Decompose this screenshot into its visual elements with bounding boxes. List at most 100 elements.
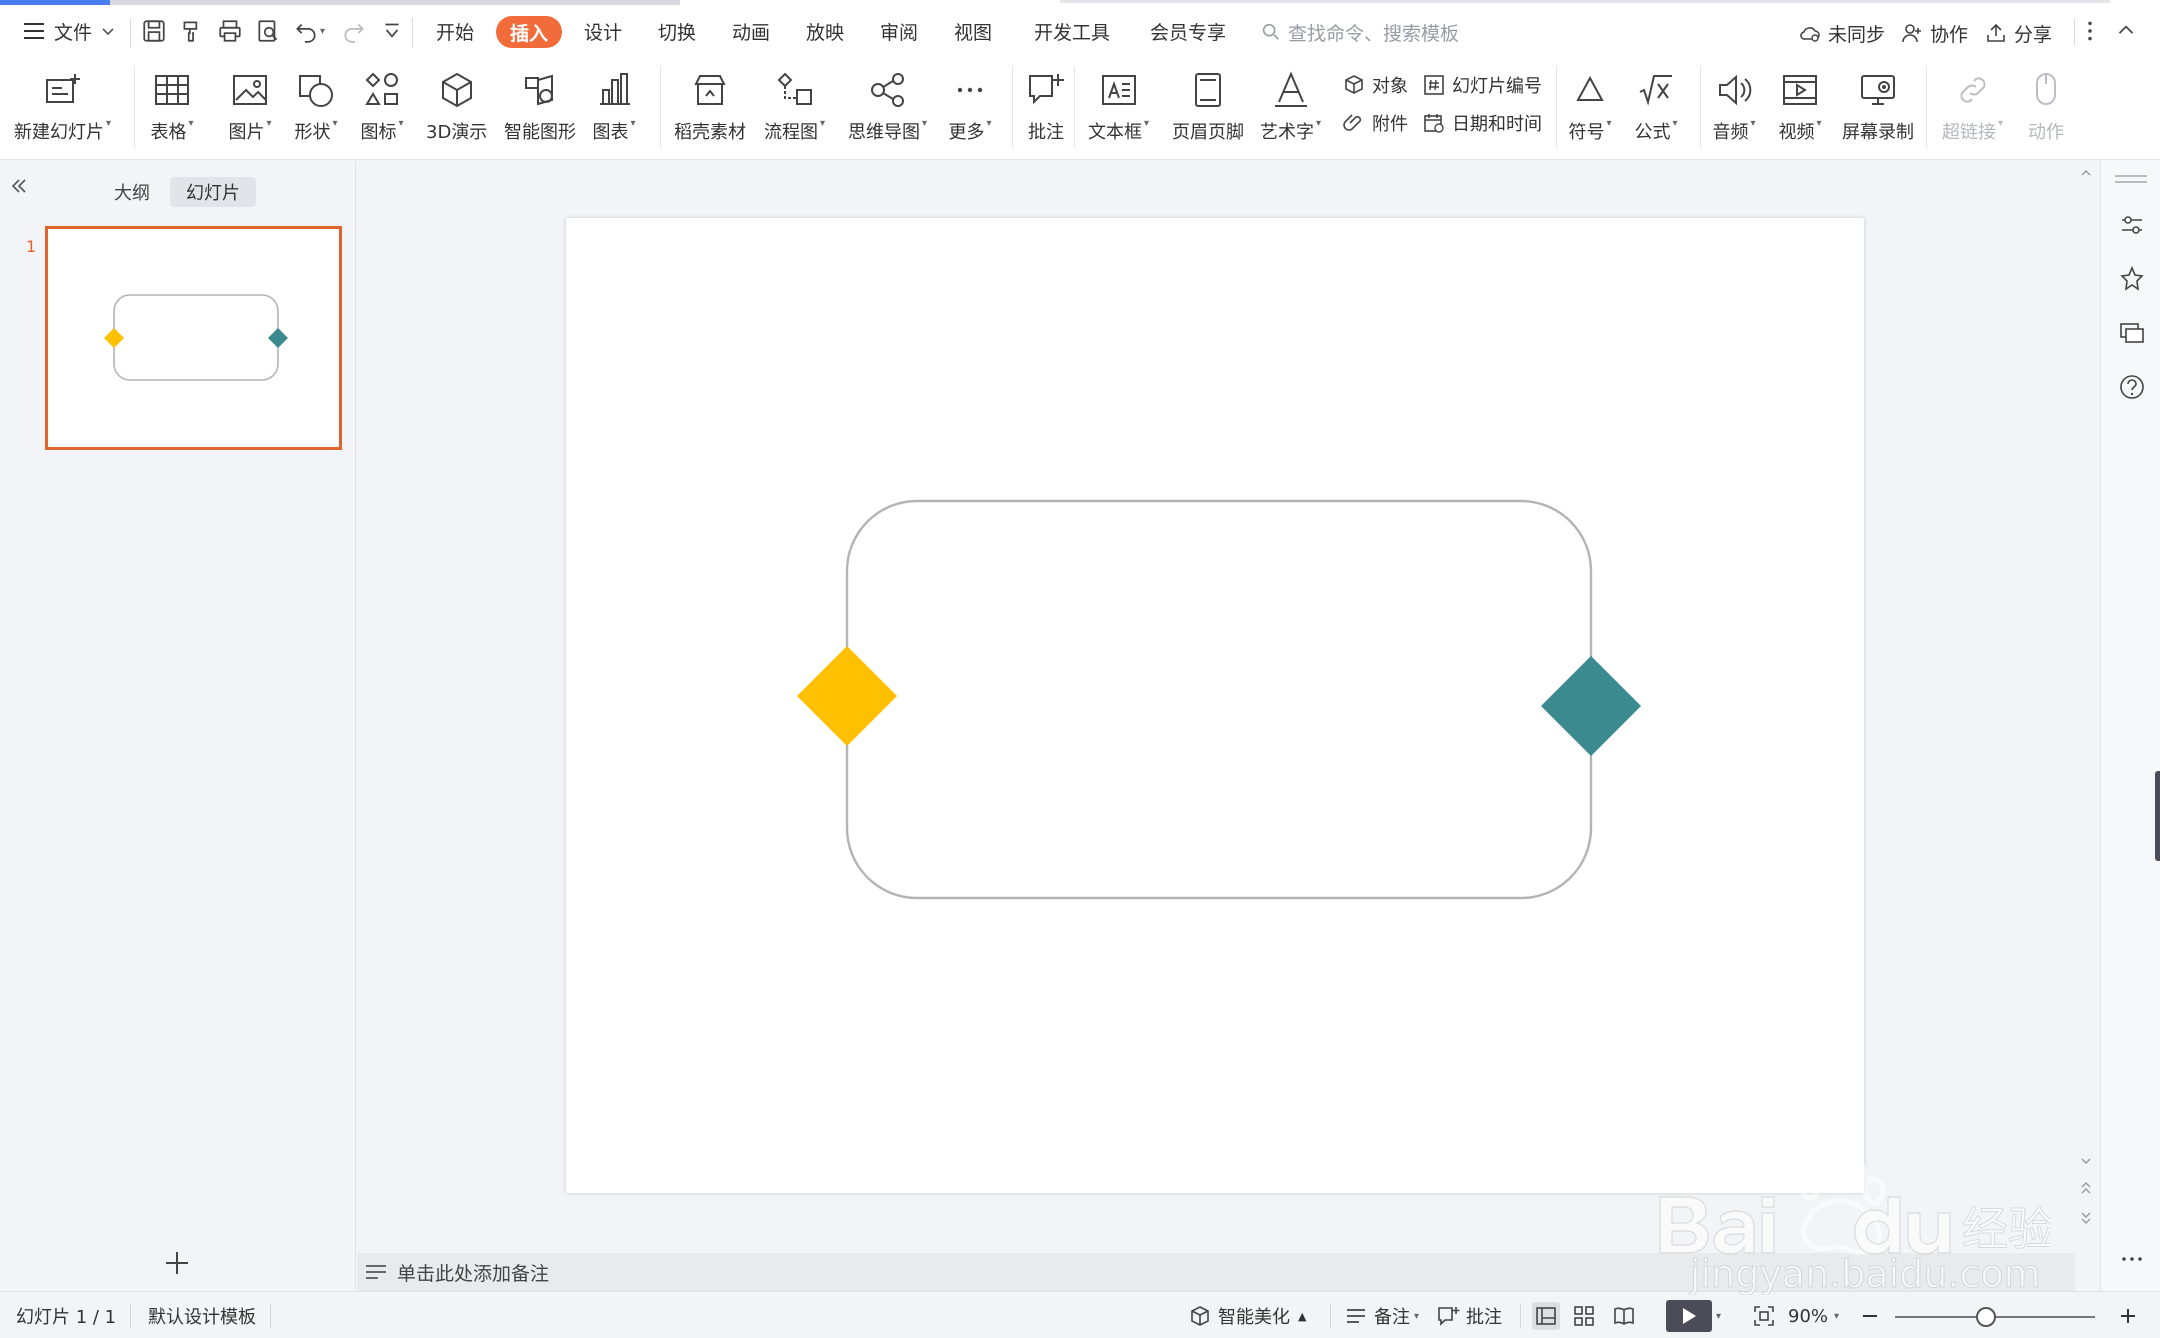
tab-review[interactable]: 审阅 [880, 14, 918, 48]
header-footer-button[interactable]: 页眉页脚 [1172, 64, 1244, 154]
table-button[interactable]: 表格 ▾ [150, 64, 194, 154]
video-button[interactable]: 视频 ▾ [1778, 64, 1822, 154]
slideshow-options-dropdown[interactable]: ▾ [1716, 1302, 1721, 1330]
notes-toggle-button[interactable]: 备注 ▾ [1344, 1302, 1419, 1330]
save-icon[interactable] [140, 17, 168, 45]
undo-dropdown-icon[interactable]: ▾ [320, 26, 325, 37]
zoom-in-button[interactable] [2116, 1302, 2140, 1330]
cloud-icon [1800, 27, 1820, 42]
mindmap-button[interactable]: 思维导图 ▾ [848, 64, 927, 154]
slide-transition-icon[interactable] [2118, 319, 2146, 347]
book-icon [1614, 1307, 1634, 1325]
properties-sliders-icon[interactable] [2118, 211, 2146, 239]
screen-record-label: 屏幕录制 [1842, 122, 1914, 143]
fit-to-window-button[interactable] [1752, 1302, 1782, 1330]
tab-insert[interactable]: 插入 [496, 16, 563, 48]
tab-home[interactable]: 开始 [436, 14, 474, 48]
action-button: 动作 [2024, 64, 2068, 154]
animation-star-icon[interactable] [2118, 265, 2146, 293]
screen-record-button[interactable]: 屏幕录制 [1842, 64, 1914, 154]
action-label: 动作 [2028, 122, 2064, 143]
add-slide-icon[interactable] [163, 1249, 191, 1277]
tab-animation[interactable]: 动画 [732, 14, 770, 48]
store-icon [694, 75, 726, 105]
tab-view[interactable]: 视图 [954, 14, 992, 48]
chart-button[interactable]: 图表 ▾ [592, 64, 636, 154]
flowchart-button[interactable]: 流程图 ▾ [764, 64, 825, 154]
slide-thumbnail[interactable] [45, 226, 342, 450]
design-template[interactable]: 默认设计模板 [148, 1302, 256, 1330]
shape-button[interactable]: 形状 ▾ [294, 64, 338, 154]
comments-toggle-label: 批注 [1466, 1307, 1502, 1328]
vertical-scrollbar[interactable] [2075, 161, 2097, 1253]
icon-library-button[interactable]: 图标 ▾ [360, 64, 404, 154]
load-progress [0, 0, 110, 5]
tab-outline[interactable]: 大纲 [98, 177, 166, 207]
slide-thumbnail-preview [104, 294, 288, 381]
file-menu-label: 文件 [54, 21, 93, 44]
slide-sorter-view-button[interactable] [1572, 1302, 1596, 1330]
beautify-icon [1191, 1306, 1209, 1326]
new-slide-button[interactable]: 新建幻灯片 ▾ [14, 64, 111, 154]
smart-beautify-button[interactable]: 智能美化 ▲ [1188, 1302, 1306, 1330]
teal-diamond-shape[interactable] [1541, 656, 1641, 756]
table-icon [155, 75, 189, 105]
more-vertical-icon[interactable] [2076, 17, 2104, 45]
audio-button[interactable]: 音频 ▾ [1712, 64, 1756, 154]
slide-number-button[interactable]: 幻灯片编号 [1422, 70, 1542, 100]
attachment-button[interactable]: 附件 [1342, 108, 1408, 138]
tab-developer[interactable]: 开发工具 [1034, 14, 1110, 48]
textbox-button[interactable]: 文本框 ▾ [1088, 64, 1149, 154]
customize-toolbar-icon[interactable] [378, 17, 406, 45]
collapse-ribbon-icon[interactable] [2112, 17, 2140, 45]
play-slideshow-button[interactable] [1666, 1300, 1712, 1332]
file-menu[interactable]: 文件 [22, 14, 116, 48]
comment-button[interactable]: 批注 [1024, 64, 1068, 154]
link-icon [1959, 77, 1986, 103]
tab-slideshow[interactable]: 放映 [806, 14, 844, 48]
tab-slides[interactable]: 幻灯片 [170, 177, 256, 207]
more-button[interactable]: 更多 ▾ [948, 64, 992, 154]
collaborate-button[interactable]: 协作 [1900, 18, 1968, 48]
format-painter-icon[interactable] [178, 17, 206, 45]
zoom-slider-handle[interactable] [1976, 1307, 1996, 1327]
datetime-button[interactable]: 日期和时间 [1422, 108, 1542, 138]
3d-model-button[interactable]: 3D演示 [426, 64, 487, 154]
calendar-clock-icon [1424, 114, 1444, 133]
tab-transition[interactable]: 切换 [658, 14, 696, 48]
mouse-icon [2036, 73, 2056, 105]
tab-member[interactable]: 会员专享 [1150, 14, 1226, 48]
smartart-button[interactable]: 智能图形 [504, 64, 576, 154]
daoke-assets-button[interactable]: 稻壳素材 [674, 64, 746, 154]
zoom-level[interactable]: 90% ▾ [1788, 1302, 1839, 1330]
normal-view-button[interactable] [1532, 1302, 1560, 1330]
zoom-out-button[interactable] [1858, 1302, 1882, 1330]
sync-status[interactable]: 未同步 [1798, 18, 1885, 48]
formula-button[interactable]: 公式 ▾ [1634, 64, 1678, 154]
comments-toggle-button[interactable]: 批注 [1436, 1302, 1502, 1330]
tab-design[interactable]: 设计 [584, 14, 622, 48]
textbox-icon [1101, 75, 1136, 105]
tab-member-label: 会员专享 [1150, 21, 1227, 44]
chart-label: 图表 [592, 122, 629, 143]
share-button[interactable]: 分享 [1984, 18, 2052, 48]
print-icon[interactable] [216, 17, 244, 45]
rounded-rectangle-frame[interactable] [845, 499, 1593, 900]
yellow-diamond-shape[interactable] [797, 646, 897, 746]
picture-button[interactable]: 图片 ▾ [228, 64, 272, 154]
reading-view-button[interactable] [1612, 1302, 1636, 1330]
symbol-button[interactable]: 符号 ▾ [1568, 64, 1612, 154]
command-search[interactable]: 查找命令、搜索模板 [1260, 17, 1459, 47]
slide-canvas[interactable] [566, 218, 1864, 1193]
double-chevron-left-icon[interactable] [8, 175, 30, 197]
undo-icon[interactable] [292, 17, 320, 45]
side-volume-widget[interactable] [2155, 771, 2160, 861]
more-horizontal-icon[interactable] [2118, 1245, 2146, 1273]
redo-icon [340, 17, 368, 45]
object-button[interactable]: 对象 [1342, 70, 1408, 100]
help-icon[interactable] [2118, 373, 2146, 401]
notes-icon [1347, 1309, 1365, 1323]
thumb-teal-diamond [268, 328, 288, 348]
print-preview-icon[interactable] [254, 17, 282, 45]
wordart-button[interactable]: 艺术字 ▾ [1260, 64, 1321, 154]
